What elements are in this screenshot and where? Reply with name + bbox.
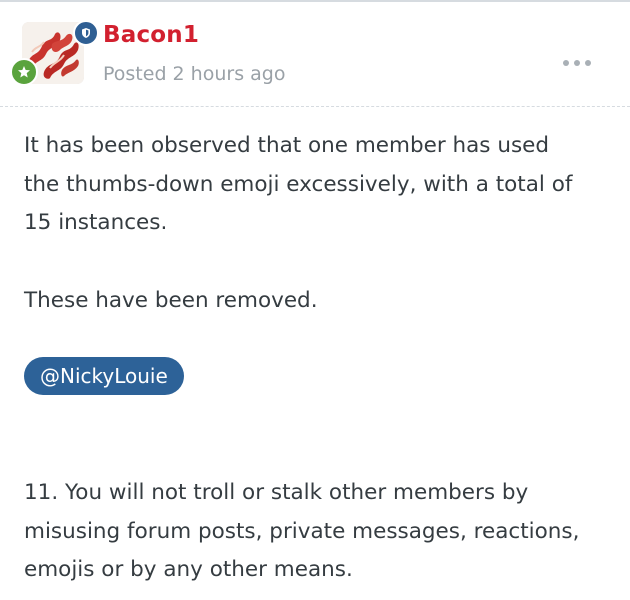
post-header: Bacon1 Posted 2 hours ago [0, 2, 630, 106]
menu-dot [585, 60, 591, 66]
header-divider [0, 106, 630, 107]
rank-badge [10, 58, 38, 86]
menu-dot [574, 60, 580, 66]
post-timestamp[interactable]: Posted 2 hours ago [103, 62, 285, 86]
moderator-badge [73, 20, 99, 46]
author-username[interactable]: Bacon1 [103, 21, 199, 49]
post-paragraph: These have been removed. [24, 288, 318, 313]
star-icon [17, 65, 31, 79]
more-options-icon[interactable] [563, 57, 591, 69]
shield-icon [80, 27, 92, 39]
user-mention-link[interactable]: @NickyLouie [24, 357, 184, 395]
post-paragraph: It has been observed that one member has… [24, 133, 573, 235]
post-paragraph: 11. You will not troll or stalk other me… [24, 480, 580, 582]
author-avatar-group[interactable] [10, 20, 99, 86]
menu-dot [563, 60, 569, 66]
